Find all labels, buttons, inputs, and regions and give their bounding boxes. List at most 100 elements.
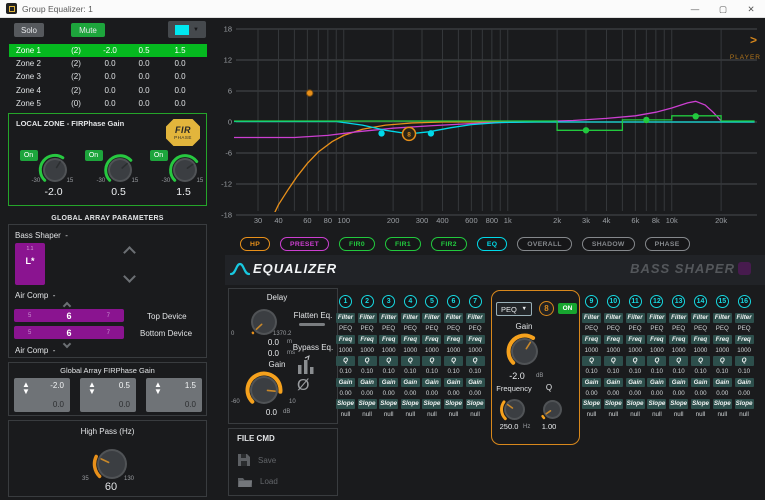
curve-handle[interactable] bbox=[693, 113, 699, 119]
channel-number-badge[interactable]: 8 bbox=[539, 301, 554, 316]
field-value-gain[interactable]: 0.00 bbox=[466, 389, 485, 398]
field-value-slope[interactable]: null bbox=[647, 410, 666, 419]
field-value-freq[interactable]: 1000 bbox=[422, 346, 441, 355]
bass-shaper-box[interactable]: 1.1 L* bbox=[15, 243, 45, 285]
field-value-filter[interactable]: PEQ bbox=[626, 324, 645, 333]
view-button-fir2[interactable]: FIR2 bbox=[431, 237, 467, 251]
field-value-freq[interactable]: 1000 bbox=[735, 346, 754, 355]
spinner-arrows-icon[interactable]: ▲▼ bbox=[85, 381, 99, 395]
field-value-filter[interactable]: PEQ bbox=[582, 324, 601, 333]
field-value-q[interactable]: 0.10 bbox=[358, 367, 377, 376]
maximize-icon[interactable]: ▢ bbox=[709, 0, 737, 18]
channel-freq-knob[interactable] bbox=[499, 394, 530, 425]
fir-gain-spinner-1[interactable]: ▲▼ -2.0 0.0 bbox=[14, 378, 70, 412]
field-value-filter[interactable]: PEQ bbox=[713, 324, 732, 333]
field-value-freq[interactable]: 1000 bbox=[691, 346, 710, 355]
field-value-slope[interactable]: null bbox=[582, 410, 601, 419]
field-value-slope[interactable]: null bbox=[626, 410, 645, 419]
field-value-filter[interactable]: PEQ bbox=[379, 324, 398, 333]
field-value-freq[interactable]: 1000 bbox=[647, 346, 666, 355]
field-value-freq[interactable]: 1000 bbox=[604, 346, 623, 355]
minimize-icon[interactable]: — bbox=[681, 0, 709, 18]
view-button-fir0[interactable]: FIR0 bbox=[339, 237, 375, 251]
channel-on-button[interactable]: ON bbox=[558, 303, 577, 314]
channel-number[interactable]: 12 bbox=[650, 295, 663, 308]
field-value-filter[interactable]: PEQ bbox=[336, 324, 355, 333]
load-button[interactable]: Load bbox=[237, 475, 278, 488]
field-value-gain[interactable]: 0.00 bbox=[358, 389, 377, 398]
mute-button[interactable]: Mute bbox=[71, 23, 105, 37]
field-value-freq[interactable]: 1000 bbox=[582, 346, 601, 355]
field-value-q[interactable]: 0.10 bbox=[582, 367, 601, 376]
field-value-slope[interactable]: null bbox=[444, 410, 463, 419]
channel-number[interactable]: 11 bbox=[629, 295, 642, 308]
field-value-freq[interactable]: 1000 bbox=[358, 346, 377, 355]
fir-gain-spinner-2[interactable]: ▲▼ 0.5 0.0 bbox=[80, 378, 136, 412]
zone-color-picker[interactable]: ▼ bbox=[168, 21, 206, 38]
zone-row-5[interactable]: Zone 5(0)0.00.00.0 bbox=[9, 97, 207, 110]
phase-invert-icon[interactable]: Ø bbox=[297, 377, 309, 395]
field-value-gain[interactable]: 0.00 bbox=[735, 389, 754, 398]
fir-gain-spinner-3[interactable]: ▲▼ 1.5 0.0 bbox=[146, 378, 202, 412]
gain-knob[interactable] bbox=[245, 371, 283, 409]
field-value-gain[interactable]: 0.00 bbox=[691, 389, 710, 398]
field-value-slope[interactable]: null bbox=[401, 410, 420, 419]
field-value-gain[interactable]: 0.00 bbox=[604, 389, 623, 398]
player-chevron-icon[interactable]: > bbox=[750, 33, 757, 47]
channel-number[interactable]: 1 bbox=[339, 295, 352, 308]
field-value-q[interactable]: 0.10 bbox=[626, 367, 645, 376]
bass-shaper-down-icon[interactable] bbox=[123, 270, 136, 283]
field-value-q[interactable]: 0.10 bbox=[444, 367, 463, 376]
field-value-q[interactable]: 0.10 bbox=[691, 367, 710, 376]
field-value-gain[interactable]: 0.00 bbox=[422, 389, 441, 398]
fir-on-button[interactable]: On bbox=[85, 150, 103, 161]
field-value-q[interactable]: 0.10 bbox=[735, 367, 754, 376]
field-value-freq[interactable]: 1000 bbox=[444, 346, 463, 355]
channel-number[interactable]: 4 bbox=[404, 295, 417, 308]
field-value-filter[interactable]: PEQ bbox=[691, 324, 710, 333]
field-value-gain[interactable]: 0.00 bbox=[401, 389, 420, 398]
field-value-filter[interactable]: PEQ bbox=[444, 324, 463, 333]
bass-shaper-icon[interactable] bbox=[738, 262, 751, 275]
fir-on-button[interactable]: On bbox=[150, 150, 168, 161]
channel-number[interactable]: 15 bbox=[716, 295, 729, 308]
channel-number[interactable]: 10 bbox=[607, 295, 620, 308]
field-value-slope[interactable]: null bbox=[604, 410, 623, 419]
field-value-gain[interactable]: 0.00 bbox=[626, 389, 645, 398]
field-value-slope[interactable]: null bbox=[669, 410, 688, 419]
channel-number[interactable]: 6 bbox=[447, 295, 460, 308]
curve-handle[interactable] bbox=[378, 130, 384, 136]
channel-number[interactable]: 7 bbox=[469, 295, 482, 308]
view-button-shadow[interactable]: SHADOW bbox=[582, 237, 635, 251]
field-value-filter[interactable]: PEQ bbox=[735, 324, 754, 333]
field-value-q[interactable]: 0.10 bbox=[379, 367, 398, 376]
top-device-slider[interactable]: 5 6 7 bbox=[14, 309, 124, 322]
view-button-hp[interactable]: HP bbox=[240, 237, 270, 251]
field-value-q[interactable]: 0.10 bbox=[401, 367, 420, 376]
bypass-eq-icon[interactable] bbox=[295, 355, 319, 377]
view-button-phase[interactable]: PHASE bbox=[645, 237, 690, 251]
spinner-arrows-icon[interactable]: ▲▼ bbox=[151, 381, 165, 395]
field-value-slope[interactable]: null bbox=[379, 410, 398, 419]
field-value-slope[interactable]: null bbox=[422, 410, 441, 419]
filter-type-select[interactable]: PEQ ▼ bbox=[496, 302, 532, 316]
channel-number[interactable]: 14 bbox=[694, 295, 707, 308]
field-value-filter[interactable]: PEQ bbox=[604, 324, 623, 333]
field-value-filter[interactable]: PEQ bbox=[647, 324, 666, 333]
field-value-freq[interactable]: 1000 bbox=[669, 346, 688, 355]
field-value-freq[interactable]: 1000 bbox=[713, 346, 732, 355]
bottom-device-slider[interactable]: 5 6 7 bbox=[14, 326, 124, 339]
zone-row-3[interactable]: Zone 3(2)0.00.00.0 bbox=[9, 70, 207, 83]
channel-number[interactable]: 16 bbox=[738, 295, 751, 308]
curve-handle[interactable] bbox=[428, 130, 434, 136]
field-value-slope[interactable]: null bbox=[691, 410, 710, 419]
field-value-gain[interactable]: 0.00 bbox=[379, 389, 398, 398]
field-value-slope[interactable]: null bbox=[735, 410, 754, 419]
field-value-filter[interactable]: PEQ bbox=[401, 324, 420, 333]
spinner-arrows-icon[interactable]: ▲▼ bbox=[19, 381, 33, 395]
view-button-eq[interactable]: EQ bbox=[477, 237, 507, 251]
field-value-gain[interactable]: 0.00 bbox=[647, 389, 666, 398]
field-value-q[interactable]: 0.10 bbox=[422, 367, 441, 376]
field-value-gain[interactable]: 0.00 bbox=[669, 389, 688, 398]
field-value-freq[interactable]: 1000 bbox=[336, 346, 355, 355]
